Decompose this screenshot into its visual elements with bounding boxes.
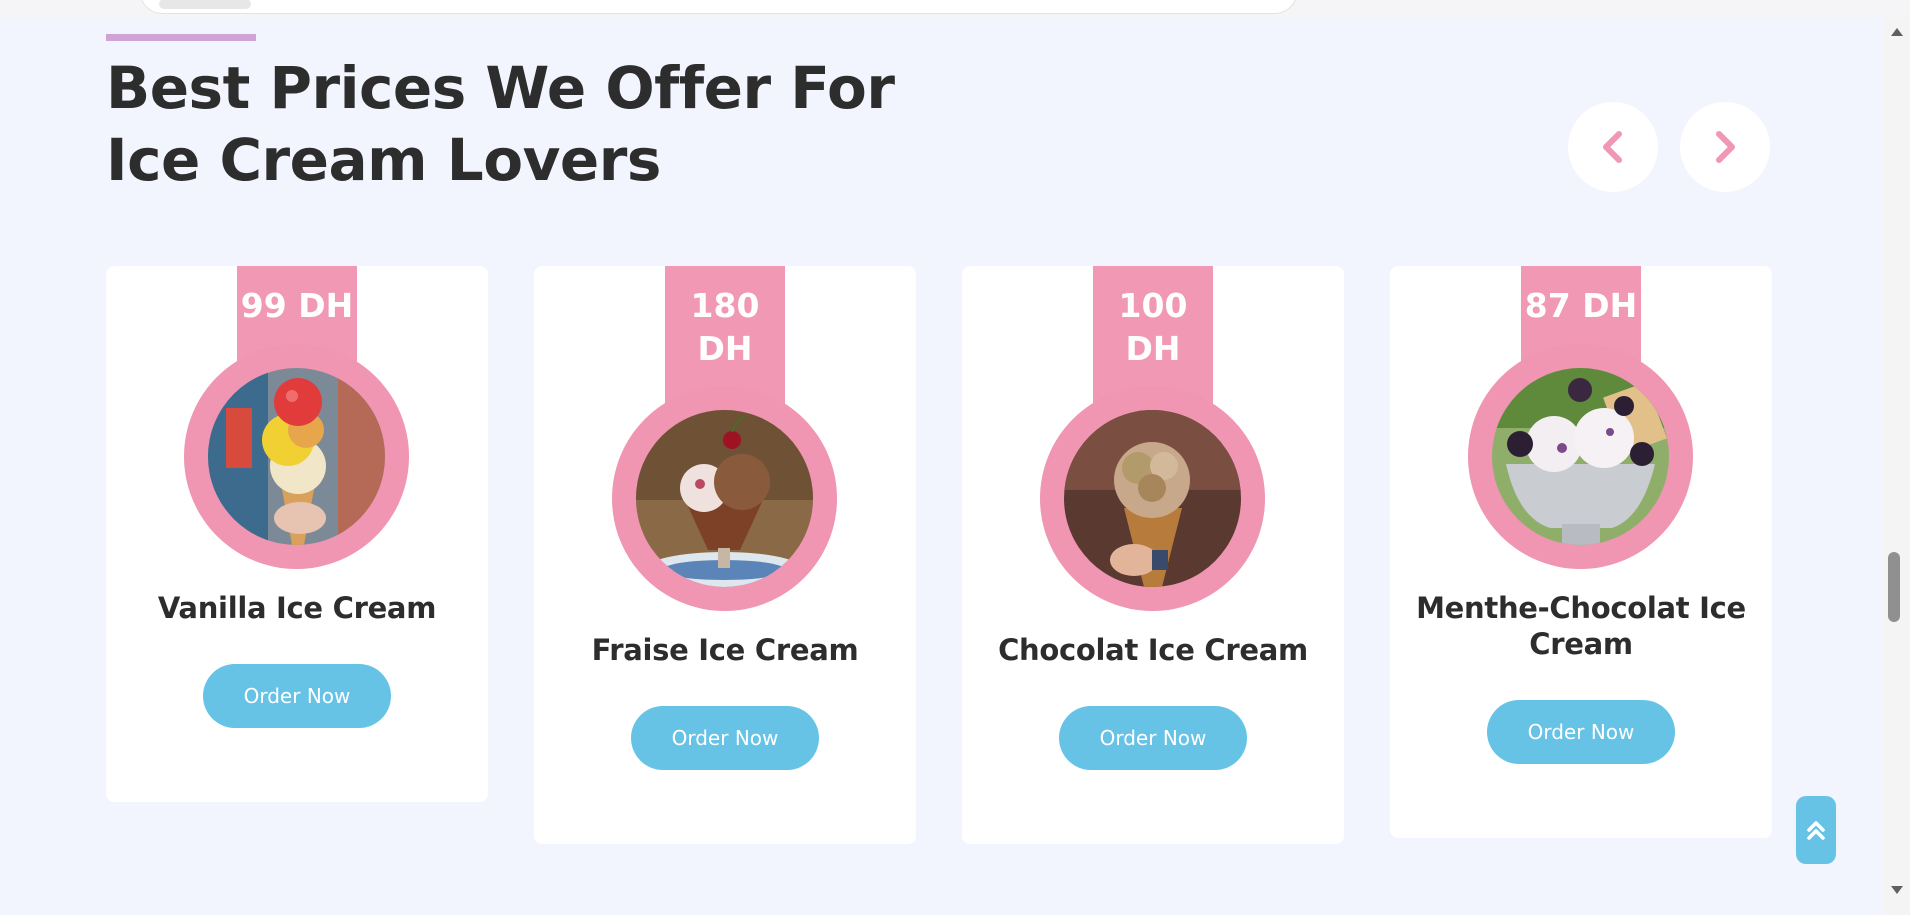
browser-top-bar xyxy=(0,0,1910,18)
price-label-currency: DH xyxy=(697,329,753,368)
product-card-chocolat: 100 DH Chocolat Ice Cream Order Now xyxy=(962,266,1344,844)
address-bar-pill xyxy=(159,0,251,9)
carousel-prev-button[interactable] xyxy=(1568,102,1658,192)
price-label-amount: 180 xyxy=(690,286,760,325)
scrollbar-thumb[interactable] xyxy=(1888,552,1900,622)
product-image-ring xyxy=(184,344,409,569)
section-title-line2: Ice Cream Lovers xyxy=(106,126,661,194)
double-chevron-up-icon xyxy=(1807,821,1825,840)
product-name-line2: Cream xyxy=(1529,627,1633,661)
price-label-amount: 100 xyxy=(1118,286,1188,325)
address-bar[interactable] xyxy=(140,0,1297,14)
chevron-left-icon xyxy=(1603,131,1622,163)
title-accent-line xyxy=(106,34,256,41)
product-card-vanilla: 99 DH Vanilla Ice Cream Order Now xyxy=(106,266,488,802)
scroll-to-top-button[interactable] xyxy=(1796,796,1836,864)
product-card-fraise: 180 DH Fraise Ice Cream Order Now xyxy=(534,266,916,844)
product-name: Vanilla Ice Cream xyxy=(157,591,437,625)
scroll-down-arrow-icon[interactable] xyxy=(1891,886,1903,894)
order-now-button[interactable]: Order Now xyxy=(1487,700,1675,764)
menthe-chocolat-ice-cream-image xyxy=(1492,368,1669,545)
product-name: Fraise Ice Cream xyxy=(591,633,859,667)
product-card-menthe-chocolat: 87 DH Menthe-Chocolat Ice Cream Order No… xyxy=(1390,266,1772,838)
product-image-ring xyxy=(1468,344,1693,569)
price-label: 87 DH xyxy=(1524,286,1638,325)
vertical-scrollbar[interactable] xyxy=(1884,18,1910,915)
order-now-button[interactable]: Order Now xyxy=(631,706,819,770)
section-title: Best Prices We Offer For Ice Cream Lover… xyxy=(106,52,926,196)
product-name: Menthe-Chocolat Ice Cream xyxy=(1390,590,1772,662)
section-title-line1: Best Prices We Offer For xyxy=(106,54,895,122)
fraise-ice-cream-image xyxy=(636,410,813,587)
product-name-line1: Menthe-Chocolat Ice xyxy=(1416,591,1746,625)
vanilla-ice-cream-image xyxy=(208,368,385,545)
carousel-next-button[interactable] xyxy=(1680,102,1770,192)
chevron-right-icon xyxy=(1716,131,1735,163)
chocolat-ice-cream-image xyxy=(1064,410,1241,587)
product-image-ring xyxy=(612,386,837,611)
prices-section: Best Prices We Offer For Ice Cream Lover… xyxy=(0,18,1884,915)
price-label: 99 DH xyxy=(240,286,354,325)
product-name: Chocolat Ice Cream xyxy=(998,633,1308,667)
product-image-ring xyxy=(1040,386,1265,611)
order-now-button[interactable]: Order Now xyxy=(203,664,391,728)
scroll-up-arrow-icon[interactable] xyxy=(1891,28,1903,36)
price-label-currency: DH xyxy=(1125,329,1181,368)
order-now-button[interactable]: Order Now xyxy=(1059,706,1247,770)
